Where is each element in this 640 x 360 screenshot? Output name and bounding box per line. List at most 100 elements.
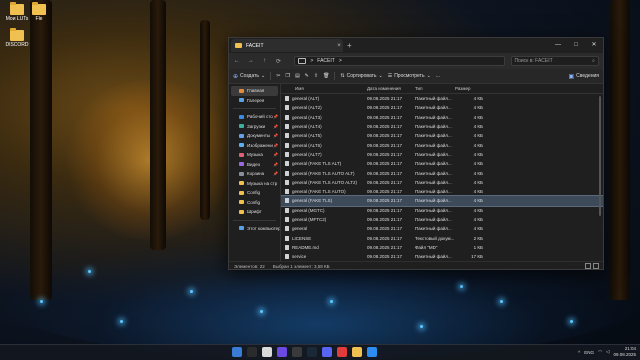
- view-button[interactable]: ☰ Просмотреть ⌄: [388, 73, 431, 79]
- taskbar-app-icon[interactable]: [337, 347, 347, 357]
- sidebar-item-label: Изображени: [247, 142, 273, 148]
- sidebar-item[interactable]: Шрифт: [229, 207, 280, 217]
- file-name: service: [281, 254, 367, 260]
- sidebar-item[interactable]: Загрузки 📌: [229, 122, 280, 132]
- sidebar-item[interactable]: Главная: [231, 86, 278, 96]
- folder-icon: [32, 2, 46, 15]
- file-row[interactable]: general (ALT2) 09.08.2025 21:17 Пакетный ф…: [281, 103, 603, 112]
- file-row[interactable]: general 09.08.2025 21:17 Пакетный файл... 4…: [281, 224, 603, 233]
- delete-icon[interactable]: 🗑: [323, 73, 329, 79]
- file-row[interactable]: general (FAKE TLS AUTO) 09.08.2025 21:17 П…: [281, 187, 603, 196]
- wallpaper-firefly: [40, 300, 43, 303]
- address-field[interactable]: > FACEIT >: [294, 56, 505, 66]
- file-row[interactable]: README.md 09.08.2025 21:17 Файл "MD" 1 КБ: [281, 243, 603, 252]
- column-date[interactable]: Дата изменения: [367, 86, 415, 91]
- rename-icon[interactable]: ✎: [305, 73, 309, 79]
- sidebar-item[interactable]: Config: [229, 198, 280, 208]
- up-icon[interactable]: ↑: [261, 58, 269, 64]
- plus-icon: ⊕: [233, 73, 239, 80]
- file-size: 4 КБ: [473, 96, 483, 102]
- taskbar-app-icon[interactable]: [307, 347, 317, 357]
- chevron-up-icon[interactable]: ^: [578, 350, 580, 355]
- file-name-text: LICENSE: [292, 235, 312, 241]
- sort-button[interactable]: ⇅ Сортировать ⌄: [340, 73, 382, 79]
- vertical-scrollbar[interactable]: [599, 96, 601, 216]
- file-row[interactable]: general (FAKE TLS ALT) 09.08.2025 21:17 Па…: [281, 159, 603, 168]
- taskbar-app-icon[interactable]: [352, 347, 362, 357]
- file-row[interactable]: general (MGTC) 09.08.2025 21:17 Пакетный ф…: [281, 206, 603, 215]
- cut-icon[interactable]: ✂: [276, 73, 280, 79]
- taskbar-app-icon[interactable]: [262, 347, 272, 357]
- tab-close-icon[interactable]: ×: [335, 43, 343, 49]
- back-icon[interactable]: ←: [233, 58, 241, 64]
- taskbar-app-icon[interactable]: [277, 347, 287, 357]
- more-button[interactable]: ...: [436, 73, 440, 79]
- share-icon[interactable]: ⇪: [314, 73, 318, 79]
- window-controls: — □ ✕: [549, 38, 603, 53]
- taskbar-app-icon[interactable]: [367, 347, 377, 357]
- sidebar-item[interactable]: Видео 📌: [229, 160, 280, 170]
- file-row[interactable]: general (FAKE TLS) 09.08.2025 21:17 Пакетн…: [281, 195, 603, 207]
- chevron-down-icon: ⌄: [426, 73, 431, 79]
- file-row[interactable]: general (ALT5) 09.08.2025 21:17 Пакетный ф…: [281, 131, 603, 140]
- file-name-text: general (ALT7): [292, 151, 322, 157]
- details-pane-icon: ▣: [568, 73, 575, 80]
- refresh-icon[interactable]: ⟳: [275, 58, 283, 65]
- copy-icon[interactable]: ❐: [285, 73, 289, 79]
- forward-icon[interactable]: →: [247, 58, 255, 64]
- file-name: LICENSE: [281, 235, 367, 241]
- sidebar-item[interactable]: Корзина 📌: [229, 169, 280, 179]
- column-size[interactable]: Размер: [455, 86, 487, 91]
- wifi-icon[interactable]: ◠: [598, 349, 602, 355]
- sidebar-item[interactable]: Музыка 📌: [229, 150, 280, 160]
- file-row[interactable]: LICENSE 09.08.2025 21:17 Текстовый докум..…: [281, 233, 603, 242]
- sidebar-item[interactable]: Рабочий сто 📌: [229, 112, 280, 122]
- sidebar-item-label: Корзина: [247, 171, 265, 177]
- search-placeholder: Поиск в: FACEIT: [514, 58, 553, 64]
- file-row[interactable]: general (MFTC2) 09.08.2025 21:17 Пакетный …: [281, 215, 603, 224]
- language-indicator[interactable]: ENG: [584, 350, 594, 355]
- file-size: 4 КБ: [473, 142, 483, 148]
- volume-icon[interactable]: ◁: [606, 349, 609, 355]
- maximize-button[interactable]: □: [567, 38, 585, 53]
- view-icon: ☰: [387, 73, 393, 79]
- column-name[interactable]: Имя: [281, 86, 367, 91]
- paste-icon[interactable]: ▤: [295, 73, 300, 79]
- file-row[interactable]: general (ALT6) 09.08.2025 21:17 Пакетный ф…: [281, 140, 603, 149]
- sidebar-item[interactable]: Документы 📌: [229, 131, 280, 141]
- file-row[interactable]: general (FAKE TLS AUTO ALT2) 09.08.2025 2…: [281, 178, 603, 187]
- sidebar-item[interactable]: Этот компьютер: [229, 224, 280, 234]
- taskbar-app-icon[interactable]: [292, 347, 302, 357]
- close-button[interactable]: ✕: [585, 38, 603, 53]
- search-input[interactable]: Поиск в: FACEIT ⌕: [510, 56, 599, 66]
- file-type: Пакетный файл...: [415, 151, 452, 157]
- tiles-view-icon[interactable]: [593, 263, 599, 269]
- minimize-button[interactable]: —: [549, 38, 567, 53]
- details-view-icon[interactable]: [585, 263, 591, 269]
- file-row[interactable]: general (FAKE TLS AUTO ALT) 09.08.2025 21…: [281, 168, 603, 177]
- file-row[interactable]: general (ALT4) 09.08.2025 21:17 Пакетный ф…: [281, 122, 603, 131]
- taskbar-app-icon[interactable]: [322, 347, 332, 357]
- desktop-icon-fle[interactable]: Fle: [22, 2, 56, 23]
- file-row[interactable]: general (ALT) 09.08.2025 21:17 Пакетный фа…: [281, 94, 603, 103]
- desktop-icon-discord[interactable]: DISCORD: [0, 28, 34, 49]
- tab-faceit[interactable]: FACEIT ×: [231, 39, 343, 52]
- clock[interactable]: 21:04 09.08.2025: [613, 346, 636, 358]
- start-button[interactable]: [232, 347, 242, 357]
- new-tab-button[interactable]: +: [347, 41, 352, 50]
- file-row[interactable]: general (ALT3) 09.08.2025 21:17 Пакетный ф…: [281, 113, 603, 122]
- column-type[interactable]: Тип: [415, 86, 455, 91]
- sidebar-item[interactable]: Галерея: [229, 96, 280, 106]
- file-row[interactable]: service 09.08.2025 21:17 Пакетный файл... 1…: [281, 252, 603, 261]
- file-row[interactable]: general (ALT7) 09.08.2025 21:17 Пакетный ф…: [281, 150, 603, 159]
- sidebar-item[interactable]: Config: [229, 188, 280, 198]
- file-name: general (FAKE TLS): [281, 198, 367, 204]
- sidebar-item[interactable]: Изображени 📌: [229, 141, 280, 151]
- sort-icon: ⇅: [340, 73, 345, 79]
- new-button[interactable]: ⊕ Создать ⌄: [233, 73, 265, 80]
- search-icon: ⌕: [592, 58, 595, 64]
- sidebar-item[interactable]: Музыка на стр: [229, 179, 280, 189]
- view-toggles: [585, 263, 599, 269]
- taskbar-app-icon[interactable]: [247, 347, 257, 357]
- details-button[interactable]: ▣ Сведения: [568, 73, 599, 80]
